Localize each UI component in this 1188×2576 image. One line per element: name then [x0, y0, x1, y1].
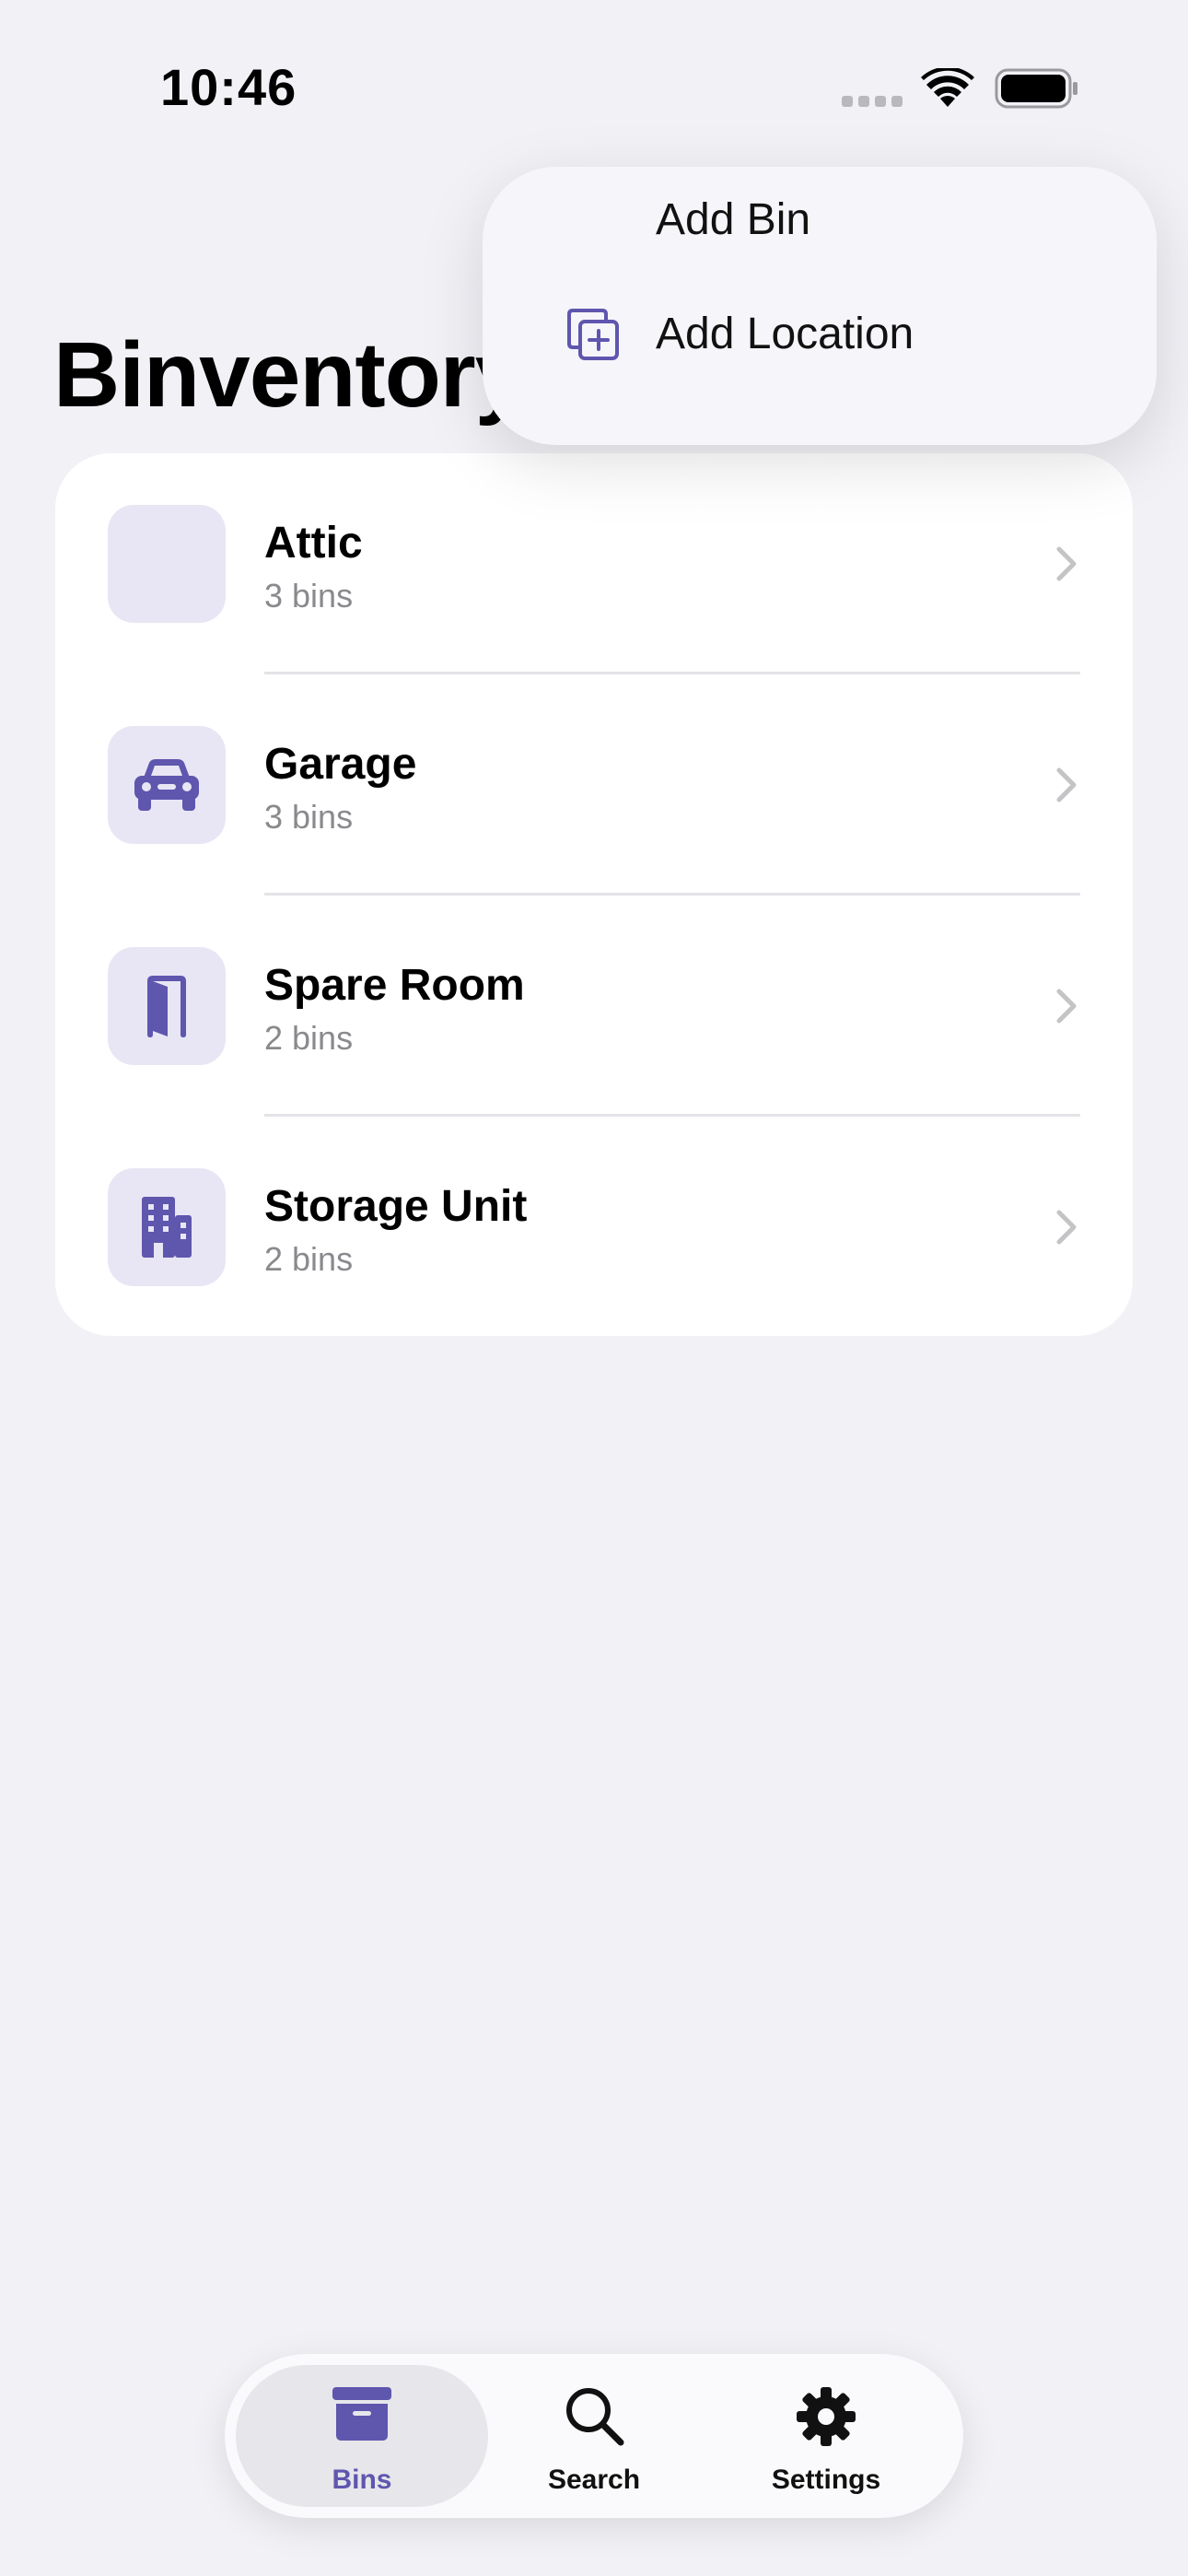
add-bin-menu-item[interactable]: Add Bin	[483, 167, 1157, 277]
tab-label: Search	[547, 2465, 641, 2495]
status-time: 10:46	[160, 58, 297, 116]
door-icon	[147, 976, 186, 1037]
location-icon-tile	[108, 505, 226, 623]
menu-item-label: Add Bin	[656, 195, 811, 244]
tab-bins[interactable]: Bins	[236, 2365, 488, 2507]
wifi-icon	[921, 68, 974, 107]
add-square-stack-icon	[567, 309, 619, 360]
tab-label: Bins	[332, 2465, 392, 2495]
location-bin-count: 2 bins	[264, 1240, 354, 1278]
status-indicators	[838, 64, 1077, 111]
location-icon-tile	[108, 947, 226, 1065]
location-icon-tile	[108, 1168, 226, 1286]
location-row-attic[interactable]: Attic 3 bins	[55, 453, 1133, 674]
tab-settings[interactable]: Settings	[700, 2365, 952, 2507]
chevron-right-icon	[1056, 1210, 1077, 1245]
location-name: Storage Unit	[264, 1182, 528, 1231]
chevron-right-icon	[1056, 546, 1077, 581]
building-icon	[142, 1197, 192, 1258]
chevron-right-icon	[1056, 989, 1077, 1024]
chevron-right-icon	[1056, 767, 1077, 802]
magnifier-icon	[566, 2388, 624, 2446]
gear-icon	[797, 2387, 856, 2446]
location-row-spare-room[interactable]: Spare Room 2 bins	[55, 896, 1133, 1117]
location-name: Attic	[264, 519, 363, 568]
tab-search[interactable]: Search	[468, 2365, 720, 2507]
tab-bar: Bins Search Settings	[225, 2354, 963, 2518]
car-icon	[134, 759, 199, 811]
archive-box-icon	[332, 2387, 391, 2441]
location-name: Spare Room	[264, 961, 525, 1010]
add-location-menu-item[interactable]: Add Location	[483, 281, 1157, 392]
page-title: Binventory	[53, 323, 526, 427]
add-menu: Add Bin Add Location	[483, 167, 1157, 445]
location-bin-count: 3 bins	[264, 577, 354, 615]
location-bin-count: 3 bins	[264, 798, 354, 836]
location-name: Garage	[264, 740, 417, 789]
location-bin-count: 2 bins	[264, 1019, 354, 1057]
menu-item-label: Add Location	[656, 310, 914, 358]
location-row-storage-unit[interactable]: Storage Unit 2 bins	[55, 1117, 1133, 1336]
locations-list: Attic 3 bins Garage 3 bins Spare Room 2 …	[55, 453, 1133, 1336]
tab-label: Settings	[771, 2465, 881, 2495]
battery-icon	[995, 68, 1077, 109]
location-icon-tile	[108, 726, 226, 844]
location-row-garage[interactable]: Garage 3 bins	[55, 674, 1133, 896]
